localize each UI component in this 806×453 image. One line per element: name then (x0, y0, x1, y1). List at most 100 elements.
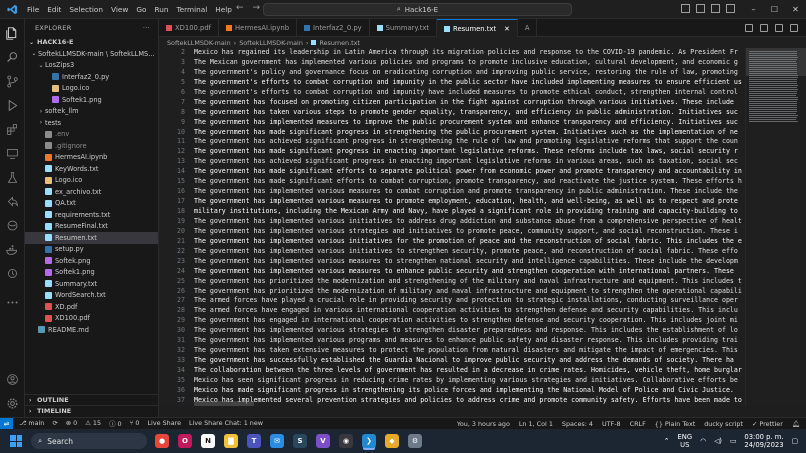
tab-interfaz2-0-py[interactable]: Interfaz2_0.py (297, 19, 370, 37)
search-view-icon[interactable] (5, 50, 20, 65)
code-line[interactable]: The government has achieved significant … (194, 137, 745, 147)
chevron-up-icon[interactable]: ⌃ (664, 437, 670, 445)
code-line[interactable]: The armed forces have played a crucial r… (194, 296, 745, 306)
battery-icon[interactable]: ▭ (730, 437, 736, 445)
live-share-status[interactable]: Live Share (148, 419, 182, 428)
file-item[interactable]: Interfaz2_0.py (25, 71, 158, 83)
menu-item-view[interactable]: View (107, 0, 132, 19)
horizontal-scrollbar[interactable] (194, 401, 254, 406)
back-arrow-icon[interactable]: ← (236, 3, 244, 13)
code-line[interactable]: The government's efforts to combat corru… (194, 78, 745, 88)
sync-icon[interactable]: ⟳ (52, 419, 57, 428)
file-item[interactable]: HermesAI.ipynb (25, 152, 158, 164)
language-indicator[interactable]: ENG US (677, 433, 692, 449)
minimap[interactable] (745, 48, 806, 406)
more-views-icon[interactable] (5, 295, 20, 310)
file-item[interactable]: KeyWords.txt (25, 163, 158, 175)
file-explorer-app-icon[interactable]: ▇ (224, 434, 238, 448)
chrome-app-icon[interactable]: ● (155, 434, 169, 448)
file-item[interactable]: ResumeFinal.txt (25, 221, 158, 233)
code-line[interactable]: The government has implemented various i… (194, 247, 745, 257)
info-count[interactable]: ⓘ 0 (109, 419, 122, 428)
docker-icon[interactable] (5, 242, 20, 257)
timeline-view-icon[interactable] (5, 266, 20, 281)
cursor-position[interactable]: Ln 1, Col 1 (519, 420, 553, 428)
folder-item[interactable]: ⌄ LosZips3 (25, 60, 158, 72)
file-item[interactable]: README.md (25, 324, 158, 336)
opera-app-icon[interactable]: O (178, 434, 192, 448)
code-line[interactable]: Mexico has made significant progress in … (194, 386, 745, 396)
folder-item[interactable]: › softek_llm (25, 106, 158, 118)
code-line[interactable]: The government has made significant prog… (194, 128, 745, 138)
jupyter-icon[interactable] (5, 218, 20, 233)
menu-item-terminal[interactable]: Terminal (172, 0, 211, 19)
folder-item[interactable]: ⌄ SoftekLLMSDK-main \ SoftekLLMS... (25, 48, 158, 60)
explorer-more-button[interactable]: ··· (143, 24, 150, 32)
code-line[interactable]: The government has made significant prog… (194, 147, 745, 157)
steam-app-icon[interactable]: S (293, 434, 307, 448)
code-line[interactable]: The government has made significant effo… (194, 167, 745, 177)
code-line[interactable]: Mexico has seen significant progress in … (194, 376, 745, 386)
workspace-root[interactable]: ⌄ HACK16-E (25, 36, 158, 48)
minimize-button[interactable]: – (743, 0, 764, 19)
accounts-icon[interactable] (5, 372, 20, 387)
encoding-status[interactable]: UTF-8 (602, 420, 621, 428)
file-item[interactable]: Logo.ico (25, 175, 158, 187)
code-line[interactable]: The government has focused on promoting … (194, 98, 745, 108)
code-line[interactable]: The government has implemented measures … (194, 118, 745, 128)
errors-count[interactable]: ⊗ 0 (66, 419, 77, 428)
text-editor[interactable]: 2 3 4 5 6 7 8 9 10 11 12 13 14 15 16 17 18 19 20 21 22 23 24 25… (159, 48, 806, 406)
code-area[interactable]: Mexico has regained its leadership in La… (194, 48, 745, 406)
file-item[interactable]: XD.pdf (25, 301, 158, 313)
code-line[interactable]: Mexico has implemented several preventio… (194, 396, 745, 406)
menu-item-run[interactable]: Run (150, 0, 172, 19)
run-debug-icon[interactable] (5, 98, 20, 113)
open-changes-icon[interactable] (745, 23, 753, 32)
code-line[interactable]: The government has achieved significant … (194, 157, 745, 167)
toggle-secondary-sidebar-icon[interactable] (711, 4, 720, 13)
code-line[interactable]: The government has implemented various m… (194, 197, 745, 207)
ports-count[interactable]: ⑂ 0 (130, 419, 140, 428)
code-line[interactable]: The government has prioritized the moder… (194, 287, 745, 297)
clock[interactable]: 03:00 p. m. 24/09/2023 (744, 433, 783, 449)
code-line[interactable]: The collaboration between the three leve… (194, 366, 745, 376)
menu-item-selection[interactable]: Selection (65, 0, 107, 19)
command-center-search[interactable]: ⌕ Hack16-E (263, 3, 572, 16)
code-line[interactable]: The government has implemented various i… (194, 237, 745, 247)
notifications-bell-icon[interactable]: 🔔︎ (792, 420, 800, 428)
toggle-minimap-icon[interactable] (775, 23, 783, 32)
file-item[interactable]: .env (25, 129, 158, 141)
code-line[interactable]: The government has successfully establis… (194, 356, 745, 366)
code-line[interactable]: The armed forces have engaged in various… (194, 306, 745, 316)
game-app-icon[interactable]: ◆ (385, 434, 399, 448)
testing-icon[interactable] (5, 170, 20, 185)
remote-indicator-icon[interactable]: ⇌ (0, 417, 13, 430)
file-item[interactable]: Softek1.png (25, 94, 158, 106)
file-item[interactable]: Summary.txt (25, 278, 158, 290)
code-line[interactable]: The government's efforts to combat corru… (194, 88, 745, 98)
tab-hermesai-ipynb[interactable]: HermesAI.ipynb (219, 19, 298, 37)
file-item[interactable]: Softek1.png (25, 267, 158, 279)
menu-item-file[interactable]: File (23, 0, 43, 19)
editor-more-icon[interactable] (790, 23, 798, 32)
indentation-status[interactable]: Spaces: 4 (562, 420, 593, 428)
file-item[interactable]: setup.py (25, 244, 158, 256)
tab-resumen-txt[interactable]: Resumen.txt ✕ (437, 19, 518, 37)
tab-a[interactable]: A (518, 19, 538, 37)
code-line[interactable]: The government has taken extensive measu… (194, 346, 745, 356)
breadcrumb-item[interactable]: Resumen.txt (319, 39, 360, 47)
timeline-section[interactable]: › TIMELINE (25, 405, 158, 416)
file-item[interactable]: WordSearch.txt (25, 290, 158, 302)
source-control-icon[interactable] (5, 74, 20, 89)
tab-xd100-pdf[interactable]: XD100.pdf (159, 19, 220, 37)
file-item[interactable]: ex_archivo.txt (25, 186, 158, 198)
live-share-icon[interactable] (5, 194, 20, 209)
notification-center-icon[interactable]: ▢ (792, 437, 798, 445)
code-line[interactable]: The government has taken various steps t… (194, 108, 745, 118)
outline-section[interactable]: › OUTLINE (25, 394, 158, 405)
menu-item-edit[interactable]: Edit (43, 0, 65, 19)
go-live-status[interactable]: ducky script (704, 420, 743, 428)
close-button[interactable]: ✕ (785, 0, 806, 19)
folder-item[interactable]: › tests (25, 117, 158, 129)
breadcrumb-item[interactable]: SoftekLLMSDK-main (167, 39, 231, 47)
